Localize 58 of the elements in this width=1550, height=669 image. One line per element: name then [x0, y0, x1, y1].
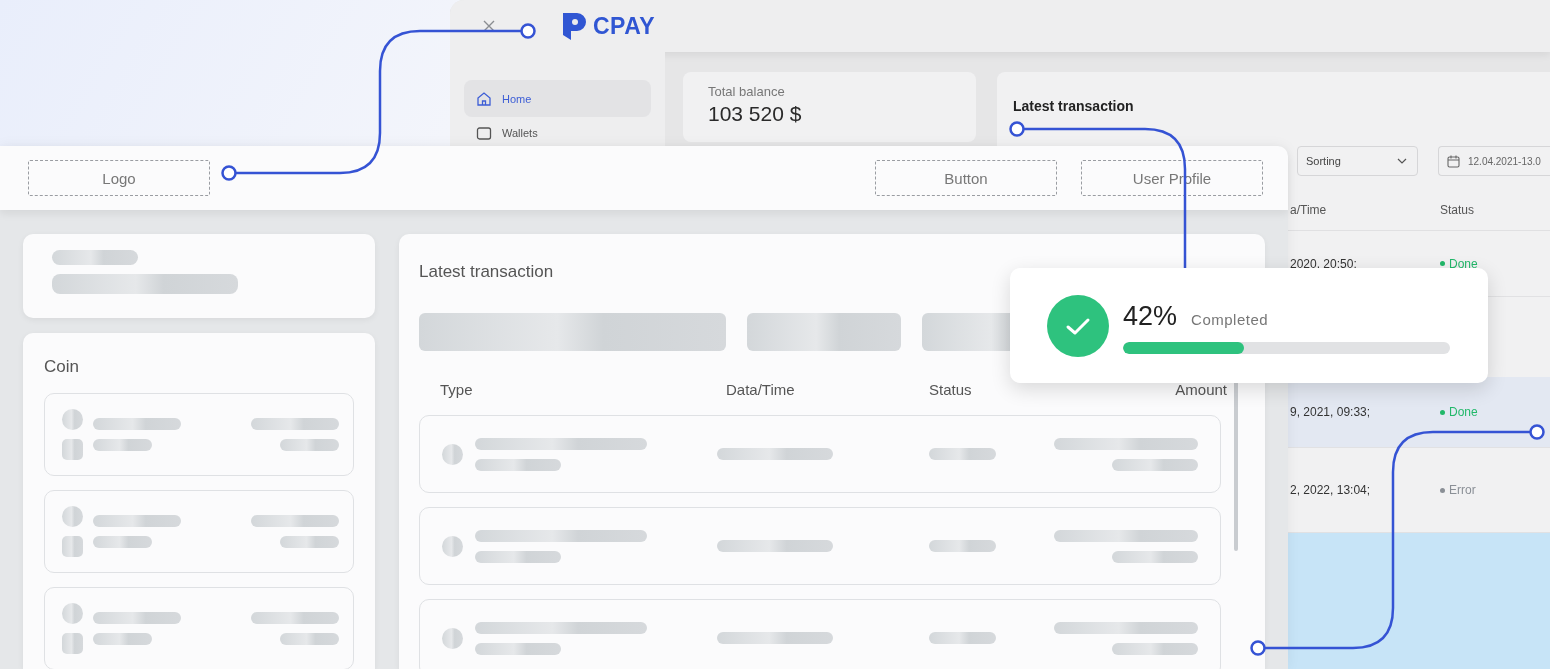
button-placeholder[interactable]: Button	[875, 160, 1057, 196]
status-cell: Done	[1440, 256, 1478, 271]
logo-icon	[560, 11, 588, 41]
placeholder-bar	[62, 439, 83, 460]
date-cell-text: 2, 2022, 13:04;	[1289, 483, 1372, 497]
column-header: Status	[1440, 203, 1475, 217]
placeholder-dot	[62, 506, 83, 527]
placeholder-bar	[62, 536, 83, 557]
sidebar-item[interactable]: Home	[464, 80, 651, 117]
table-row[interactable]: 9, 2021, 09:33; Done	[1288, 377, 1550, 448]
progress-label: Completed	[1191, 311, 1269, 328]
column-header: Data/Time	[726, 381, 796, 398]
card-title: Latest transaction	[419, 262, 555, 282]
card-title: Latest transaction	[1013, 98, 1134, 114]
placeholder-bar	[280, 633, 339, 645]
status-cell: Done	[1440, 405, 1478, 419]
placeholder-bar	[280, 536, 339, 548]
status-cell: Error	[1440, 483, 1476, 497]
placeholder-dot	[62, 409, 83, 430]
logo-text: CPAY	[593, 12, 656, 40]
placeholder-bar	[929, 632, 996, 644]
placeholder-bar	[929, 540, 996, 552]
calendar-icon	[1447, 154, 1460, 168]
balance-value: 103 520 $	[708, 102, 803, 126]
close-icon[interactable]	[482, 19, 496, 33]
placeholder-dot	[442, 627, 463, 649]
check-icon	[1047, 294, 1109, 357]
coin-item[interactable]	[44, 490, 354, 573]
column-header: Status	[929, 381, 973, 398]
placeholder-dot	[62, 603, 83, 624]
scrollbar[interactable]	[1234, 381, 1238, 551]
transaction-row[interactable]	[419, 415, 1221, 493]
logo-field: Logo	[28, 160, 210, 196]
chevron-icon	[1397, 158, 1407, 164]
balance-label: Total balance	[708, 84, 786, 99]
placeholder-bar	[62, 633, 83, 654]
column-header: Amount	[1174, 381, 1227, 398]
transaction-row[interactable]	[419, 599, 1221, 669]
date-cell-text: 9, 2021, 09:33;	[1289, 405, 1372, 419]
progress-percent: 42%	[1123, 301, 1178, 332]
placeholder-bar	[93, 536, 152, 548]
placeholder-dot	[442, 535, 463, 557]
wallet-icon	[476, 126, 492, 140]
placeholder-bar	[93, 439, 152, 451]
placeholder-bar	[93, 633, 152, 645]
column-header: a/Time	[1289, 203, 1328, 217]
placeholder-dot	[442, 443, 463, 465]
placeholder-bar	[280, 439, 339, 451]
home-icon	[476, 90, 492, 107]
transaction-row[interactable]	[419, 507, 1221, 585]
column-header: Type	[440, 381, 474, 398]
sidebar-item[interactable]: Wallets	[464, 123, 651, 143]
sorting-dropdown[interactable]: Sorting	[1297, 146, 1418, 176]
placeholder-bar	[929, 448, 996, 460]
date-cell-text: 2020, 20:50;	[1289, 256, 1358, 271]
card-title: Coin	[44, 357, 80, 377]
coin-item[interactable]	[44, 393, 354, 476]
date-field[interactable]: 12.04.2021-13.0	[1438, 146, 1550, 176]
